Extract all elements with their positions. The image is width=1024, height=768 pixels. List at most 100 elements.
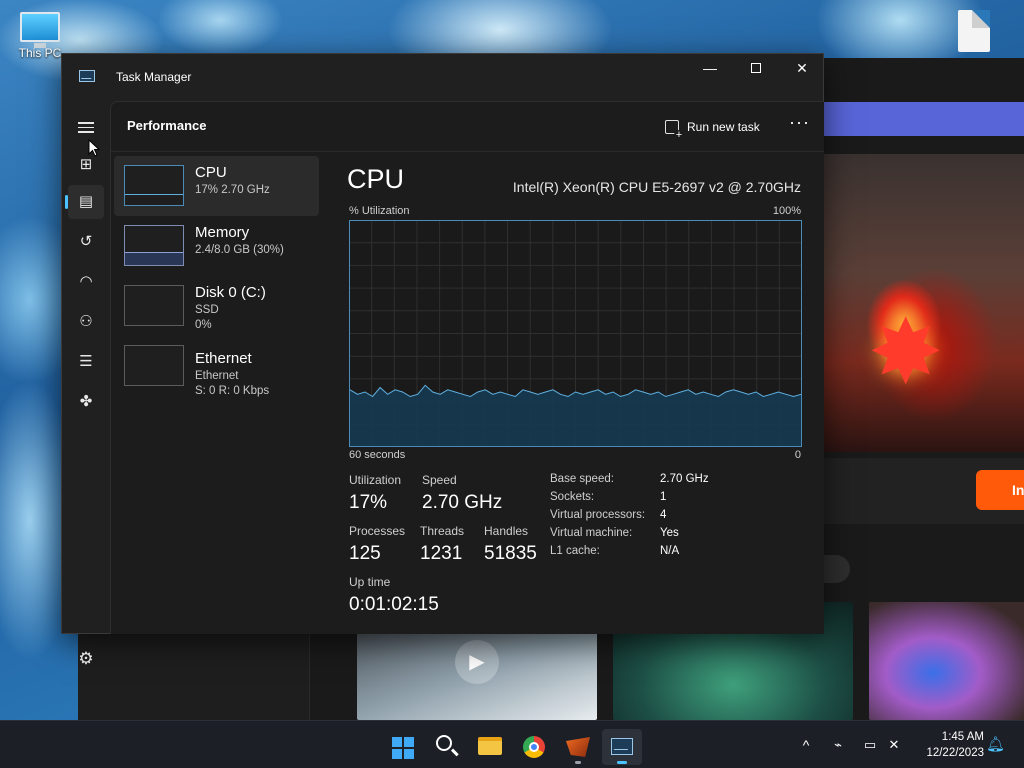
settings-button[interactable]: ⚙ [68,649,104,669]
this-pc-icon [20,12,60,48]
more-options-button[interactable]: ··· [789,112,810,133]
stat-label: Up time [349,575,391,589]
nav-details[interactable]: ☰ [68,345,104,379]
cpu-mini-graph [124,165,184,206]
device-name: CPU [195,164,227,181]
graph-label-time: 60 seconds [349,449,406,461]
device-item-ethernet[interactable]: Ethernet Ethernet S: 0 R: 0 Kbps [114,336,319,402]
stat-label: Processes [349,524,406,538]
property-row: Base speed: 2.70 GHz [550,473,709,485]
clock-date: 12/22/2023 [926,747,984,759]
device-detail: 2.4/8.0 GB (30%) [195,244,284,256]
device-detail: 17% 2.70 GHz [195,184,270,196]
search-icon [436,735,452,751]
taskbar: ^ ⌁ ▭ ✕ 1:45 AM 12/22/2023 🔔︎ [0,720,1024,768]
main-content: Performance Run new task ··· CPU 17% 2.7… [110,101,824,634]
stat-handles: Handles 51835 [484,524,537,565]
device-item-cpu[interactable]: CPU 17% 2.70 GHz [114,156,319,216]
device-detail: Ethernet [195,370,239,382]
file-explorer-button[interactable] [470,729,510,765]
stat-uptime: Up time 0:01:02:15 [349,575,439,616]
banner-strip [820,102,1024,136]
stat-label: Speed [422,473,457,487]
device-detail: 0% [195,319,212,331]
task-manager-icon [79,70,95,82]
maximize-button[interactable] [733,54,779,84]
network-off-icon[interactable]: ⌁ [828,721,848,768]
stat-value: 17% [349,492,388,513]
display-icon[interactable]: ▭ [860,721,880,768]
launcher-left-column [78,634,310,720]
game-emblem-icon: ✸ [868,303,944,403]
task-manager-window: Task Manager — ✕ ⊞ ▤ ↺ ◠ ⚇ ☰ ✤ ⚙ Perform… [61,53,824,668]
nav-services[interactable]: ✤ [68,385,104,419]
run-task-icon [665,120,684,140]
game-thumbnail[interactable] [869,602,1024,720]
device-item-memory[interactable]: Memory 2.4/8.0 GB (30%) [114,216,319,276]
play-icon[interactable]: ▶ [455,640,499,684]
property-row: Virtual processors: 4 [550,509,667,521]
device-name: Ethernet [195,350,252,367]
nav-app-history[interactable]: ↺ [68,225,104,259]
services-puzzle-icon: ✤ [79,393,93,410]
chrome-icon [523,736,545,758]
stat-label: Handles [484,524,529,538]
stat-value: 2.70 GHz [422,492,503,513]
cpu-panel: CPU Intel(R) Xeon(R) CPU E5-2697 v2 @ 2.… [347,152,807,632]
desktop-icon-this-pc[interactable]: This PC [14,12,66,60]
clock-time: 1:45 AM [941,731,984,743]
cpu-model: Intel(R) Xeon(R) CPU E5-2697 v2 @ 2.70GH… [512,179,801,195]
cpu-utilization-graph [349,220,802,447]
system-clock[interactable]: 1:45 AM 12/22/2023 [914,729,984,761]
active-indicator [617,761,627,764]
stat-utilization: Utilization 17% [349,473,401,514]
mouse-cursor-icon [88,139,100,157]
notification-bell-icon[interactable]: 🔔︎ [986,736,1005,754]
cpu-properties: Base speed: 2.70 GHz Sockets: 1 Virtual pr… [550,473,709,563]
gear-icon: ⚙ [78,649,94,668]
panel-title: CPU [347,164,405,194]
install-button[interactable]: In [976,470,1024,510]
chrome-button[interactable] [514,729,554,765]
title-bar[interactable]: Task Manager — ✕ [62,54,823,101]
property-row: Virtual machine: Yes [550,527,679,539]
stat-processes: Processes 125 [349,524,405,565]
nav-startup-apps[interactable]: ◠ [68,265,104,299]
close-button[interactable]: ✕ [779,54,825,84]
stat-value: 1231 [420,543,463,564]
start-button[interactable] [382,729,422,765]
device-item-disk[interactable]: Disk 0 (C:) SSD 0% [114,276,319,336]
task-manager-icon [611,738,633,755]
device-list: CPU 17% 2.70 GHz Memory 2.4/8.0 GB (30%)… [114,156,319,402]
device-detail: S: 0 R: 0 Kbps [195,385,270,397]
graph-label-utilization: % Utilization [349,205,410,217]
users-icon: ⚇ [79,313,93,330]
run-new-task-label: Run new task [687,120,760,134]
game-launcher-button[interactable] [558,729,598,765]
window-title: Task Manager [116,70,192,84]
minimize-button[interactable]: — [687,54,733,84]
run-new-task-button[interactable]: Run new task [665,115,760,140]
menu-toggle-button[interactable] [68,108,104,142]
performance-icon: ▤ [78,193,94,210]
stat-threads: Threads 1231 [420,524,464,565]
document-icon[interactable] [958,10,990,52]
startup-gauge-icon: ◠ [79,273,93,290]
running-indicator [575,761,581,764]
nav-performance[interactable]: ▤ [65,185,104,219]
nav-users[interactable]: ⚇ [68,305,104,339]
volume-muted-icon[interactable]: ✕ [884,721,904,768]
device-name: Disk 0 (C:) [195,284,266,301]
property-row: L1 cache: N/A [550,545,680,557]
search-button[interactable] [426,729,466,765]
stat-value: 51835 [484,543,537,564]
maximize-icon [751,63,761,73]
graph-label-zero: 0 [794,449,801,461]
property-row: Sockets: 1 [550,491,667,503]
tray-overflow-button[interactable]: ^ [798,721,814,768]
task-manager-taskbar-button[interactable] [602,729,642,765]
graph-label-max: 100% [772,205,801,217]
page-title: Performance [127,118,207,133]
history-icon: ↺ [79,233,93,250]
stat-value: 0:01:02:15 [349,594,439,615]
